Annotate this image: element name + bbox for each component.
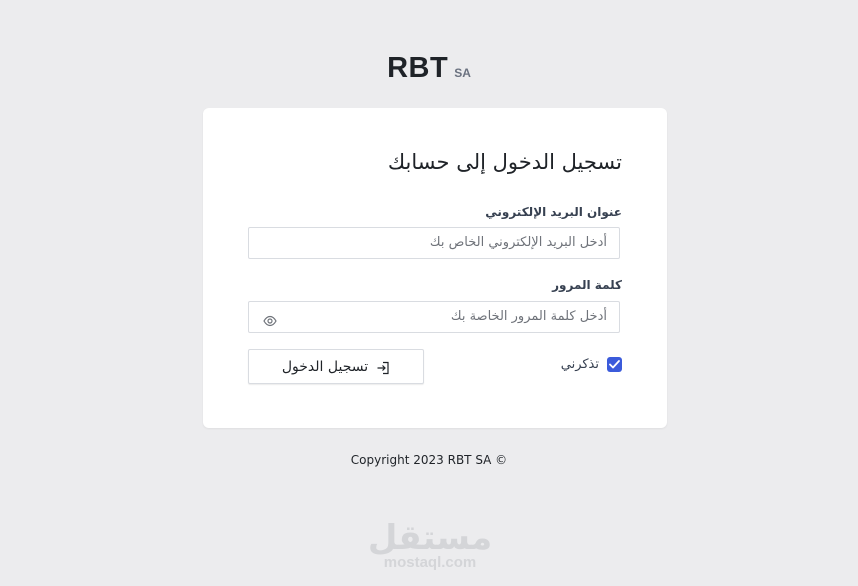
email-field[interactable]: أدخل البريد الإلكتروني الخاص بك: [248, 227, 620, 259]
watermark-arabic: مستقل: [367, 518, 493, 558]
copyright-text: Copyright 2023 RBT SA ©: [350, 453, 508, 467]
login-button-label: تسجيل الدخول: [281, 358, 369, 375]
login-button[interactable]: تسجيل الدخول: [248, 349, 424, 384]
password-label: كلمة المرور: [552, 278, 622, 292]
email-placeholder: أدخل البريد الإلكتروني الخاص بك: [429, 235, 607, 250]
page-title: تسجيل الدخول إلى حسابك: [387, 150, 622, 174]
remember-me[interactable]: تذكرني: [561, 356, 622, 372]
eye-icon[interactable]: [263, 312, 277, 327]
password-field[interactable]: أدخل كلمة المرور الخاصة بك: [248, 301, 620, 333]
login-card: تسجيل الدخول إلى حسابك عنوان البريد الإل…: [203, 108, 667, 428]
remember-checkbox[interactable]: [607, 356, 622, 372]
login-arrow-icon: [376, 360, 390, 374]
app-logo: RBT SA: [0, 52, 858, 85]
password-placeholder: أدخل كلمة المرور الخاصة بك: [450, 309, 607, 324]
checkmark-icon: [609, 359, 620, 368]
email-label: عنوان البريد الإلكتروني: [485, 205, 622, 219]
watermark-logo: مستقل mostaql.com: [340, 520, 520, 570]
brand-name: RBT: [387, 52, 449, 84]
remember-label: تذكرني: [560, 356, 599, 372]
watermark-latin: mostaql.com: [383, 554, 477, 571]
brand-suffix: SA: [454, 66, 471, 80]
